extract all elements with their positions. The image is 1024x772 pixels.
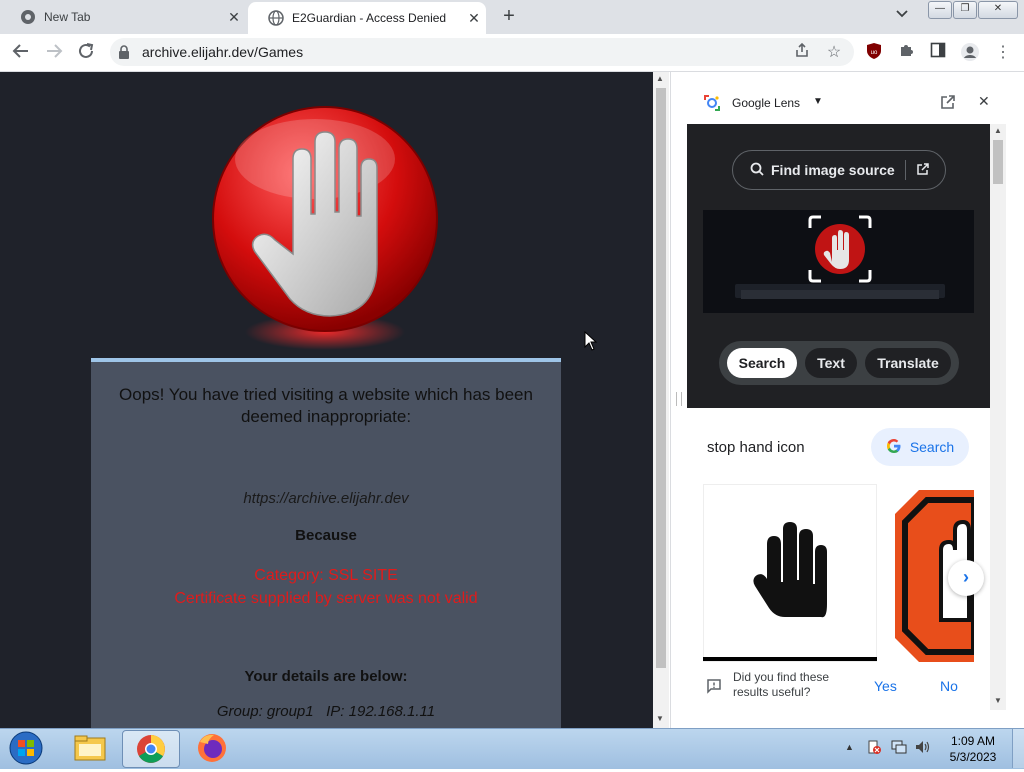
details-heading: Your details are below: (244, 668, 408, 685)
address-url[interactable]: archive.elijahr.dev/Games (142, 44, 303, 60)
resize-handle[interactable] (676, 392, 682, 406)
profile-icon[interactable] (959, 42, 981, 64)
stop-hand-icon (212, 106, 438, 350)
feedback-icon (706, 678, 722, 699)
new-tab-button[interactable]: + (497, 5, 521, 29)
lens-query-text[interactable]: stop hand icon (707, 439, 805, 456)
globe-icon (268, 10, 284, 26)
reload-icon[interactable] (75, 42, 97, 64)
chrome-taskbar-icon[interactable] (122, 730, 180, 768)
ublock-icon[interactable]: uo (863, 42, 885, 64)
chevron-right-icon[interactable]: › (948, 560, 984, 596)
block-heading: Oops! You have tried visiting a website … (119, 385, 533, 426)
clock-time: 1:09 AM (950, 734, 996, 748)
mode-translate[interactable]: Translate (865, 348, 951, 378)
feedback-no-button[interactable]: No (940, 678, 958, 694)
tab-new-tab[interactable]: New Tab ✕ (0, 0, 246, 34)
forward-icon[interactable] (43, 42, 65, 64)
google-search-button[interactable]: Search (871, 428, 969, 466)
close-icon[interactable]: ✕ (222, 9, 246, 26)
lock-icon[interactable] (118, 45, 132, 59)
feedback-yes-button[interactable]: Yes (874, 678, 897, 694)
side-panel-scrollbar[interactable] (990, 124, 1006, 710)
image-search-icon (749, 161, 765, 180)
extensions-icon[interactable] (895, 42, 917, 64)
svg-text:uo: uo (871, 50, 878, 56)
show-hidden-icons[interactable]: ▲ (845, 742, 854, 752)
blocked-url: https://archive.elijahr.dev (243, 490, 409, 507)
external-link-icon (916, 162, 930, 179)
black-hand-icon (703, 522, 877, 661)
details-line: Group: group1 IP: 192.168.1.11 (216, 703, 436, 720)
chevron-down-icon[interactable] (895, 8, 915, 26)
scroll-down-arrow-icon[interactable]: ▼ (656, 714, 664, 723)
find-image-source-button[interactable]: Find image source (732, 150, 946, 190)
mode-search[interactable]: Search (727, 348, 797, 378)
star-icon[interactable]: ☆ (823, 42, 845, 64)
lens-title[interactable]: Google Lens (732, 96, 800, 110)
selection-crop-icon[interactable] (807, 214, 873, 284)
action-center-icon[interactable] (866, 739, 882, 760)
side-panel-icon[interactable] (927, 42, 949, 64)
scroll-down-arrow-icon[interactable]: ▼ (994, 696, 1002, 705)
feedback-bar: Did you find these results useful? Yes N… (687, 662, 990, 710)
reason-category: Category: SSL SITE (254, 567, 398, 584)
kebab-menu-icon[interactable]: ⋮ (992, 42, 1014, 64)
result-image[interactable] (703, 484, 877, 662)
close-panel-icon[interactable]: ✕ (978, 93, 990, 110)
maximize-button[interactable]: ❐ (953, 1, 977, 19)
volume-icon[interactable] (914, 739, 932, 760)
block-reason: Category: SSL SITE Certificate supplied … (91, 564, 561, 610)
scroll-up-arrow-icon[interactable]: ▲ (656, 74, 664, 83)
google-search-label: Search (909, 439, 955, 455)
minimize-button[interactable]: — (928, 1, 952, 19)
find-source-label: Find image source (771, 162, 895, 178)
google-lens-icon (703, 94, 721, 117)
google-g-icon (886, 438, 902, 457)
reason-detail: Certificate supplied by server was not v… (174, 590, 478, 607)
share-icon[interactable] (791, 42, 813, 64)
network-icon[interactable] (890, 739, 908, 760)
file-explorer-icon[interactable] (62, 730, 118, 766)
show-desktop-button[interactable] (1012, 729, 1024, 768)
system-clock[interactable]: 1:09 AM 5/3/2023 (940, 733, 1006, 765)
start-button[interactable] (6, 730, 46, 766)
firefox-icon[interactable] (184, 730, 240, 766)
clock-date: 5/3/2023 (949, 750, 997, 764)
close-icon[interactable]: ✕ (462, 10, 486, 27)
caret-down-icon[interactable]: ▼ (813, 96, 823, 107)
back-icon[interactable] (10, 42, 32, 64)
mode-text[interactable]: Text (805, 348, 857, 378)
tab-access-denied[interactable]: E2Guardian - Access Denied ✕ (248, 2, 486, 34)
window-close-button[interactable]: ✕ (978, 1, 1018, 19)
chrome-icon (20, 9, 36, 25)
scroll-up-arrow-icon[interactable]: ▲ (994, 126, 1002, 135)
open-new-tab-icon[interactable] (940, 94, 956, 115)
page-scrollbar[interactable] (653, 72, 669, 728)
tab-title: New Tab (44, 10, 91, 24)
feedback-question: Did you find these results useful? (733, 670, 830, 699)
block-message-panel: Oops! You have tried visiting a website … (91, 358, 561, 742)
because-label: Because (295, 527, 357, 544)
mouse-cursor-icon (584, 331, 598, 351)
tab-title: E2Guardian - Access Denied (292, 11, 447, 25)
